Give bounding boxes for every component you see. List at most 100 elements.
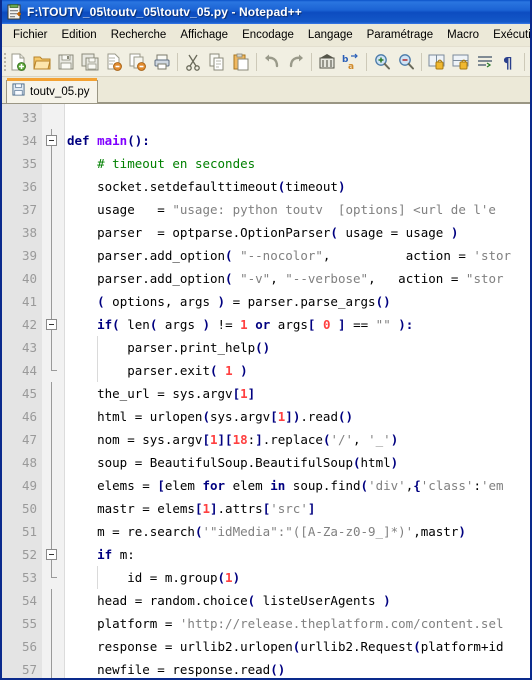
fold-marker-row[interactable] bbox=[42, 635, 64, 658]
paste-icon[interactable] bbox=[229, 50, 253, 74]
fold-line bbox=[51, 382, 52, 405]
close-all-icon[interactable] bbox=[126, 50, 150, 74]
code-line[interactable]: parser.exit( 1 ) bbox=[65, 359, 530, 382]
line-number: 35 bbox=[21, 156, 37, 171]
fold-marker-row[interactable] bbox=[42, 152, 64, 175]
fold-marker-row[interactable] bbox=[42, 451, 64, 474]
code-token: id = m.group bbox=[67, 570, 218, 585]
fold-marker-row[interactable] bbox=[42, 175, 64, 198]
fold-collapse-icon[interactable] bbox=[46, 319, 57, 330]
show-all-chars-icon[interactable]: ¶ bbox=[497, 50, 521, 74]
fold-marker-row[interactable] bbox=[42, 497, 64, 520]
code-token: : bbox=[405, 317, 414, 332]
print-icon[interactable] bbox=[150, 50, 174, 74]
code-token: 'http://release.theplatform.com/content.… bbox=[179, 616, 504, 631]
code-line[interactable]: m = re.search('"idMedia":"([A-Za-z0-9_]*… bbox=[65, 520, 530, 543]
fold-marker-row[interactable] bbox=[42, 382, 64, 405]
save-all-icon[interactable] bbox=[78, 50, 102, 74]
open-file-icon[interactable] bbox=[30, 50, 54, 74]
fold-marker-row[interactable] bbox=[42, 474, 64, 497]
fold-marker-row[interactable] bbox=[42, 405, 64, 428]
toolbar-separator bbox=[177, 52, 178, 71]
code-line[interactable]: ( options, args ) = parser.parse_args() bbox=[65, 290, 530, 313]
code-text-area[interactable]: def main(): # timeout en secondes socket… bbox=[65, 104, 530, 678]
fold-marker-row[interactable] bbox=[42, 589, 64, 612]
code-line[interactable]: head = random.choice( listeUserAgents ) bbox=[65, 589, 530, 612]
indent-guide-icon[interactable] bbox=[528, 50, 530, 74]
menu-item-langage[interactable]: Langage bbox=[301, 26, 360, 44]
fold-marker-row[interactable] bbox=[42, 612, 64, 635]
menu-item-affichage[interactable]: Affichage bbox=[173, 26, 235, 44]
close-file-icon[interactable] bbox=[102, 50, 126, 74]
fold-line bbox=[51, 175, 52, 198]
code-line[interactable]: if m: bbox=[65, 543, 530, 566]
code-line[interactable]: usage = "usage: python toutv [options] <… bbox=[65, 198, 530, 221]
code-line[interactable] bbox=[65, 106, 530, 129]
zoom-out-icon[interactable] bbox=[394, 50, 418, 74]
code-token: ) bbox=[390, 432, 399, 447]
code-line[interactable]: def main(): bbox=[65, 129, 530, 152]
code-line[interactable]: html = urlopen(sys.argv[1]).read() bbox=[65, 405, 530, 428]
fold-marker-row[interactable] bbox=[42, 106, 64, 129]
redo-icon[interactable] bbox=[284, 50, 308, 74]
fold-marker-row[interactable] bbox=[42, 336, 64, 359]
menu-item-encodage[interactable]: Encodage bbox=[235, 26, 301, 44]
find-icon[interactable] bbox=[315, 50, 339, 74]
fold-marker-row[interactable] bbox=[42, 566, 64, 589]
code-line[interactable]: soup = BeautifulSoup.BeautifulSoup(html) bbox=[65, 451, 530, 474]
menu-item-fichier[interactable]: Fichier bbox=[6, 26, 55, 44]
code-line[interactable]: elems = [elem for elem in soup.find('div… bbox=[65, 474, 530, 497]
menu-item-edition[interactable]: Edition bbox=[55, 26, 104, 44]
code-line[interactable]: # timeout en secondes bbox=[65, 152, 530, 175]
fold-marker-row[interactable] bbox=[42, 221, 64, 244]
menu-item-execution[interactable]: Exécution bbox=[486, 26, 530, 44]
undo-icon[interactable] bbox=[260, 50, 284, 74]
fold-margin[interactable] bbox=[42, 104, 65, 678]
code-line[interactable]: newfile = response.read() bbox=[65, 658, 530, 678]
fold-collapse-icon[interactable] bbox=[46, 135, 57, 146]
code-line[interactable]: nom = sys.argv[1][18:].replace('/', '_') bbox=[65, 428, 530, 451]
replace-icon[interactable]: b a bbox=[339, 50, 363, 74]
code-line[interactable]: parser.add_option( "-v", "--verbose", ac… bbox=[65, 267, 530, 290]
copy-icon[interactable] bbox=[205, 50, 229, 74]
fold-marker-row[interactable] bbox=[42, 267, 64, 290]
zoom-in-icon[interactable] bbox=[370, 50, 394, 74]
fold-marker-row[interactable] bbox=[42, 359, 64, 382]
code-line[interactable]: id = m.group(1) bbox=[65, 566, 530, 589]
fold-marker-row[interactable] bbox=[42, 290, 64, 313]
fold-marker-row[interactable] bbox=[42, 313, 64, 336]
tab-toutv-05-py[interactable]: toutv_05.py bbox=[6, 78, 99, 103]
code-line[interactable]: if( len( args ) != 1 or args[ 0 ] == "" … bbox=[65, 313, 530, 336]
fold-marker-row[interactable] bbox=[42, 198, 64, 221]
code-editor[interactable]: 33 34 35 36 37 38 39 40 41 42 43 44 45 46 47 48 49 50 51 52… bbox=[2, 104, 530, 678]
menu-item-recherche[interactable]: Recherche bbox=[104, 26, 174, 44]
menu-item-parametrage[interactable]: Paramétrage bbox=[360, 26, 440, 44]
new-file-icon[interactable] bbox=[6, 50, 30, 74]
code-line[interactable]: response = urllib2.urlopen (urllib2.Reque… bbox=[65, 635, 530, 658]
code-line[interactable]: socket.setdefaulttimeout(timeout) bbox=[65, 175, 530, 198]
code-line[interactable]: parser.print_help() bbox=[65, 336, 530, 359]
code-token: ( bbox=[210, 363, 218, 378]
code-tokens: parser.exit( 1 ) bbox=[67, 363, 247, 378]
code-tokens: m = re.search('"idMedia":"([A-Za-z0-9_]*… bbox=[67, 524, 466, 539]
fold-marker-row[interactable] bbox=[42, 428, 64, 451]
code-line[interactable]: platform = 'http://release.theplatform.c… bbox=[65, 612, 530, 635]
code-line[interactable]: parser.add_option( "--nocolor", action =… bbox=[65, 244, 530, 267]
fold-marker-row[interactable] bbox=[42, 244, 64, 267]
fold-marker-row[interactable] bbox=[42, 543, 64, 566]
menu-bar[interactable]: Fichier Edition Recherche Affichage Enco… bbox=[2, 24, 530, 47]
fold-marker-row[interactable] bbox=[42, 658, 64, 678]
word-wrap-icon[interactable] bbox=[473, 50, 497, 74]
fold-collapse-icon[interactable] bbox=[46, 549, 57, 560]
code-line[interactable]: mastr = elems[1].attrs['src'] bbox=[65, 497, 530, 520]
fold-marker-row[interactable] bbox=[42, 520, 64, 543]
cut-icon[interactable] bbox=[181, 50, 205, 74]
sync-vertical-icon[interactable] bbox=[425, 50, 449, 74]
fold-marker-row[interactable] bbox=[42, 129, 64, 152]
menu-item-macro[interactable]: Macro bbox=[440, 26, 486, 44]
save-icon[interactable] bbox=[54, 50, 78, 74]
code-line[interactable]: parser = optparse.OptionParser( usage = … bbox=[65, 221, 530, 244]
sync-horizontal-icon[interactable] bbox=[449, 50, 473, 74]
code-line[interactable]: the_url = sys.argv[1] bbox=[65, 382, 530, 405]
code-tokens: platform = 'http://release.theplatform.c… bbox=[67, 616, 504, 631]
